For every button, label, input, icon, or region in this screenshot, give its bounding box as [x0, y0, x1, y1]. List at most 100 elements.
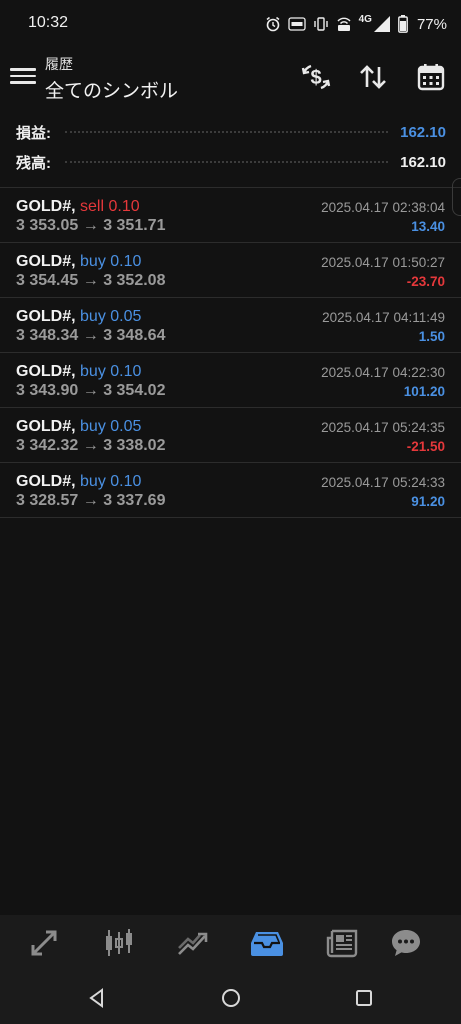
profit-row: 損益: 162.10 [16, 119, 446, 145]
balance-value: 162.10 [400, 153, 446, 171]
trade-header: GOLD#, buy 0.10 [16, 473, 141, 491]
close-price: 3 354.02 [103, 382, 166, 399]
trade-volume: 0.10 [110, 253, 142, 270]
svg-text:$: $ [310, 67, 321, 89]
trade-time: 2025.04.17 05:24:33 [321, 475, 445, 490]
sort-icon[interactable] [358, 62, 388, 92]
open-price: 3 353.05 [16, 217, 79, 234]
trade-row[interactable]: GOLD#, buy 0.05 3 348.34 → 3 348.64 2025.0… [0, 298, 461, 353]
trade-side: buy [80, 253, 106, 270]
trade-symbol: GOLD#, [16, 473, 76, 490]
trade-profit: 91.20 [411, 494, 445, 509]
arrow-icon: → [82, 382, 99, 399]
trade-prices: 3 343.90 → 3 354.02 [16, 382, 165, 400]
close-price: 3 337.69 [103, 492, 166, 509]
trade-row[interactable]: GOLD#, buy 0.10 3 328.57 → 3 337.69 2025.0… [0, 463, 461, 518]
trade-side: buy [80, 308, 106, 325]
open-price: 3 342.32 [16, 437, 79, 454]
back-icon[interactable] [86, 987, 108, 1009]
arrow-icon: → [82, 217, 99, 234]
alarm-icon [266, 16, 280, 32]
arrow-icon: → [82, 492, 99, 509]
trade-profit: 13.40 [411, 219, 445, 234]
trade-symbol: GOLD#, [16, 418, 76, 435]
trade-time: 2025.04.17 02:38:04 [321, 200, 445, 215]
trade-row[interactable]: GOLD#, sell 0.10 3 353.05 → 3 351.71 2025.… [0, 188, 461, 243]
trade-icon[interactable] [176, 927, 210, 959]
balance-row: 残高: 162.10 [16, 149, 446, 175]
currency-exchange-icon[interactable]: $ [301, 62, 331, 92]
trade-prices: 3 342.32 → 3 338.02 [16, 437, 165, 455]
bottom-tab-bar [0, 915, 461, 970]
battery-icon [398, 15, 408, 33]
trade-header: GOLD#, sell 0.10 [16, 198, 140, 216]
trade-prices: 3 348.34 → 3 348.64 [16, 327, 165, 345]
trade-volume: 0.10 [108, 198, 140, 215]
trade-list: GOLD#, sell 0.10 3 353.05 → 3 351.71 2025.… [0, 188, 461, 518]
trade-prices: 3 353.05 → 3 351.71 [16, 217, 165, 235]
system-nav-bar [0, 970, 461, 1024]
volte-icon [337, 17, 351, 31]
open-price: 3 348.34 [16, 327, 79, 344]
trade-time: 2025.04.17 04:11:49 [322, 310, 445, 325]
trade-symbol: GOLD#, [16, 253, 76, 270]
trade-header: GOLD#, buy 0.10 [16, 253, 141, 271]
home-icon[interactable] [220, 987, 242, 1009]
balance-leader-dots [65, 161, 389, 163]
trade-row[interactable]: GOLD#, buy 0.10 3 343.90 → 3 354.02 2025.0… [0, 353, 461, 408]
balance-label: 残高: [16, 154, 51, 172]
trade-time: 2025.04.17 05:24:35 [321, 420, 445, 435]
open-price: 3 354.45 [16, 272, 79, 289]
trade-volume: 0.05 [110, 418, 142, 435]
menu-button[interactable] [10, 64, 36, 90]
trade-profit: 1.50 [418, 329, 445, 344]
news-icon[interactable] [325, 927, 359, 959]
trade-prices: 3 328.57 → 3 337.69 [16, 492, 165, 510]
page-subtitle: 履歴 [45, 56, 73, 72]
status-time: 10:32 [28, 14, 69, 31]
auto-icon [287, 17, 306, 31]
quotes-icon[interactable] [28, 927, 62, 959]
trade-symbol: GOLD#, [16, 198, 76, 215]
recents-icon[interactable] [353, 987, 375, 1009]
arrow-icon: → [82, 327, 99, 344]
app-bar: 履歴 全てのシンボル $ [0, 48, 461, 112]
status-bar: 10:32 4G 77% [0, 0, 461, 48]
trade-header: GOLD#, buy 0.05 [16, 418, 141, 436]
trade-row[interactable]: GOLD#, buy 0.10 3 354.45 → 3 352.08 2025.0… [0, 243, 461, 298]
trade-side: sell [80, 198, 105, 215]
close-price: 3 348.64 [103, 327, 166, 344]
trade-symbol: GOLD#, [16, 363, 76, 380]
signal-4g-icon: 4G [359, 15, 391, 33]
trade-side: buy [80, 363, 106, 380]
arrow-icon: → [82, 437, 99, 454]
trade-profit: -23.70 [406, 274, 445, 289]
trade-symbol: GOLD#, [16, 308, 76, 325]
arrow-icon: → [82, 272, 99, 289]
trade-time: 2025.04.17 04:22:30 [321, 365, 445, 380]
summary-section: 損益: 162.10 残高: 162.10 [0, 117, 461, 185]
trade-volume: 0.05 [110, 308, 142, 325]
profit-leader-dots [65, 131, 389, 133]
battery-percent: 77% [416, 15, 447, 33]
trade-prices: 3 354.45 → 3 352.08 [16, 272, 165, 290]
trade-volume: 0.10 [110, 363, 142, 380]
trade-profit: 101.20 [403, 384, 445, 399]
network-label: 4G [358, 14, 372, 25]
close-price: 3 351.71 [103, 217, 166, 234]
history-icon[interactable] [250, 927, 284, 959]
trade-row[interactable]: GOLD#, buy 0.05 3 342.32 → 3 338.02 2025.0… [0, 408, 461, 463]
profit-label: 損益: [16, 124, 51, 142]
calendar-icon[interactable] [416, 62, 446, 92]
close-price: 3 338.02 [103, 437, 166, 454]
trade-volume: 0.10 [110, 473, 142, 490]
symbol-filter-title[interactable]: 全てのシンボル [45, 76, 178, 103]
trade-time: 2025.04.17 01:50:27 [321, 255, 445, 270]
trade-profit: -21.50 [406, 439, 445, 454]
trade-header: GOLD#, buy 0.05 [16, 308, 141, 326]
trade-side: buy [80, 473, 106, 490]
messages-icon[interactable] [389, 927, 423, 959]
open-price: 3 343.90 [16, 382, 79, 399]
chart-icon[interactable] [102, 927, 136, 959]
open-price: 3 328.57 [16, 492, 79, 509]
